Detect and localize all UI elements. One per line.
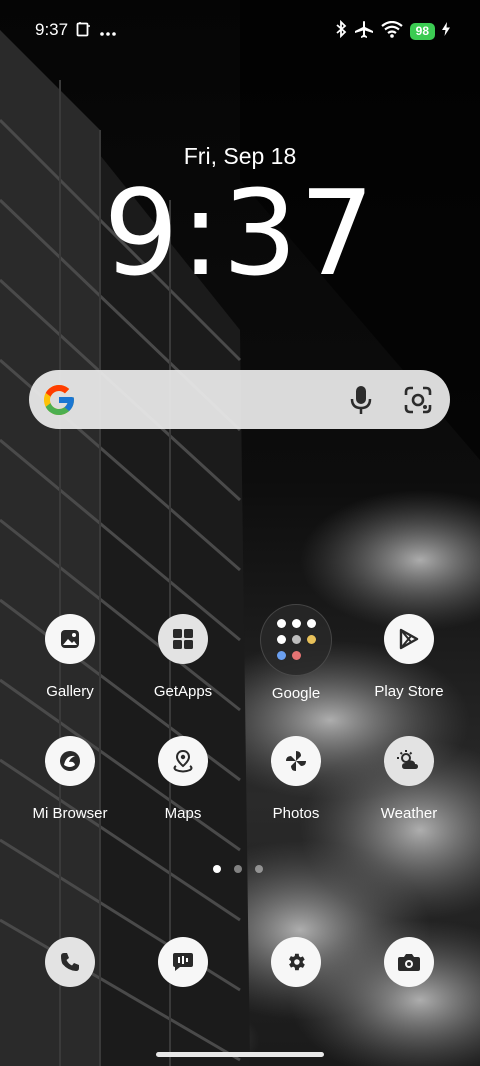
app-label: Gallery [46,683,94,700]
more-icon [100,23,116,41]
google-logo [44,385,74,415]
app-weather[interactable]: Weather [354,736,464,822]
app-play-store[interactable]: Play Store [354,614,464,700]
page-dot-2[interactable] [234,865,242,873]
app-gallery[interactable]: Gallery [15,614,125,700]
photos-icon [271,736,321,786]
page-dot-1[interactable] [213,865,221,873]
status-time: 9:37 [35,20,69,39]
screenshot-icon [76,22,90,42]
app-mi-browser[interactable]: Mi Browser [15,736,125,822]
bluetooth-icon [335,19,347,43]
app-label: Mi Browser [32,805,108,822]
home-indicator[interactable] [156,1052,324,1057]
charging-icon [442,22,450,41]
phone-icon [45,937,95,987]
app-label: Maps [164,805,202,822]
play-store-icon [384,614,434,664]
app-label: Photos [272,805,320,822]
page-indicator [213,865,263,873]
app-label: Google [271,685,321,702]
app-photos[interactable]: Photos [241,736,351,822]
weather-icon [384,736,434,786]
dock-camera[interactable] [354,937,464,987]
browser-icon [45,736,95,786]
google-folder [260,604,332,676]
dock-messages[interactable] [128,937,238,987]
dock-phone[interactable] [15,937,125,987]
mic-icon[interactable] [347,384,375,416]
page-dot-3[interactable] [255,865,263,873]
app-label: Weather [380,805,438,822]
getapps-icon [158,614,208,664]
battery-icon: 98 [409,23,435,40]
status-bar: 9:37 98 [0,0,480,62]
wifi-icon [380,20,403,43]
app-maps[interactable]: Maps [128,736,238,822]
gallery-icon [45,614,95,664]
lens-icon[interactable] [403,385,433,415]
maps-icon [158,736,208,786]
app-google-folder[interactable]: Google [241,604,351,702]
settings-icon [271,937,321,987]
camera-icon [384,937,434,987]
airplane-icon [354,20,374,43]
app-getapps[interactable]: GetApps [128,614,238,700]
lockscreen-clock: 9:37 [103,164,377,302]
app-label: Play Store [374,683,444,700]
google-search-bar[interactable] [29,370,450,429]
dock-settings[interactable] [241,937,351,987]
messages-icon [158,937,208,987]
app-label: GetApps [153,683,213,700]
